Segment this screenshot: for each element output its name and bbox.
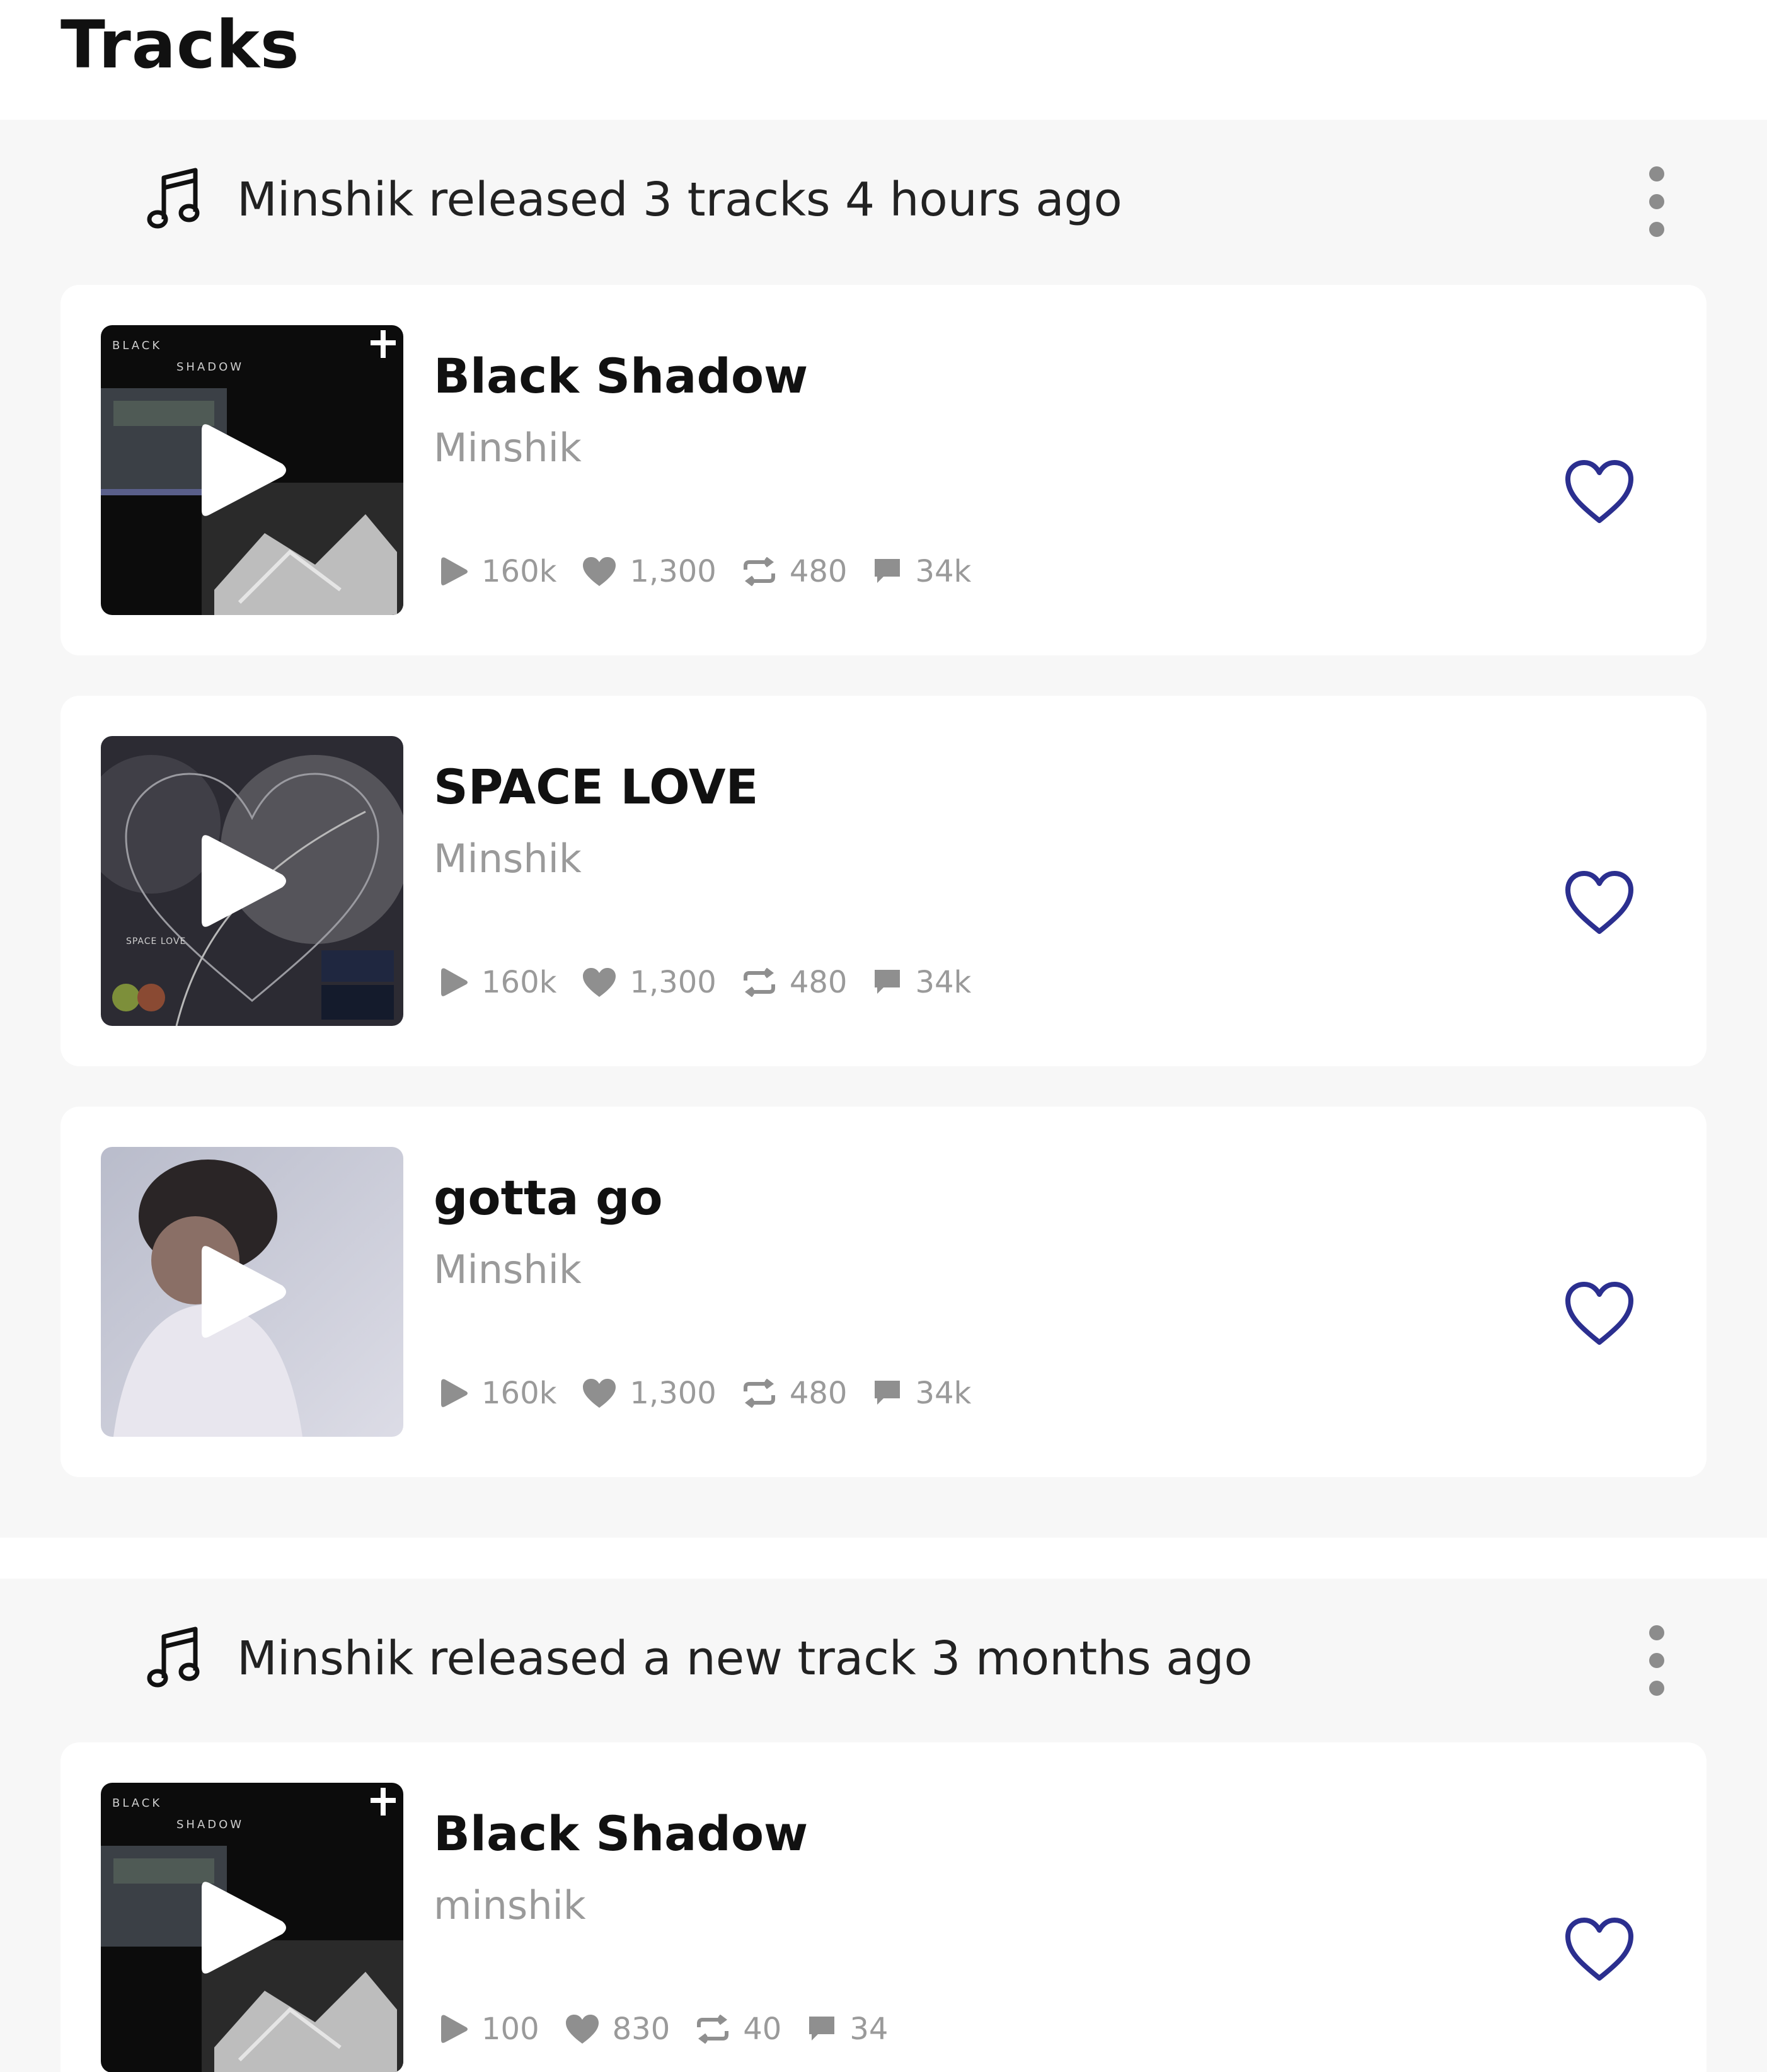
reposts-stat: 480 (742, 554, 848, 589)
comments-count: 34k (915, 554, 972, 589)
likes-count: 830 (612, 2012, 671, 2047)
likes-stat: 830 (565, 2012, 671, 2047)
comment-icon (875, 970, 901, 994)
likes-count: 1,300 (630, 1376, 717, 1411)
reposts-count: 40 (743, 2012, 782, 2047)
comments-count: 34k (915, 1376, 972, 1411)
comments-stat: 34k (872, 965, 971, 1000)
likes-count: 1,300 (630, 554, 717, 589)
repost-icon (743, 557, 775, 586)
more-options-button[interactable] (1635, 164, 1679, 239)
repost-icon (697, 2015, 729, 2044)
track-artist[interactable]: Minshik (434, 425, 582, 471)
track-stats: 160k 1,300 480 34k (440, 1371, 996, 1415)
track-card[interactable]: gotta go Minshik 160k 1,300 480 34k (60, 1107, 1707, 1477)
heart-icon[interactable] (1564, 1281, 1635, 1346)
heart-icon[interactable] (1564, 459, 1635, 524)
play-count-icon (441, 2015, 468, 2043)
heart-filled-icon (583, 1379, 616, 1408)
play-count-icon (441, 1379, 468, 1407)
reposts-stat: 40 (695, 2012, 781, 2047)
heart-icon[interactable] (1564, 1916, 1635, 1982)
likes-count: 1,300 (630, 965, 717, 1000)
track-card[interactable]: SPACE LOVE SPACE LOVE Minshik 160k 1,300… (60, 696, 1707, 1066)
plays-count: 100 (481, 2012, 539, 2047)
track-artist[interactable]: Minshik (434, 1246, 582, 1292)
plays-count: 160k (481, 554, 557, 589)
track-stats: 160k 1,300 480 34k (440, 550, 996, 594)
play-icon[interactable] (195, 1874, 290, 1981)
page-title: Tracks (60, 6, 300, 83)
cover-title-text: BLACK (112, 1797, 163, 1810)
plays-stat: 160k (440, 554, 556, 589)
track-stats: 100 830 40 34 (440, 2007, 913, 2051)
cover-title-text: BLACK (112, 339, 163, 352)
heart-filled-icon (583, 557, 616, 586)
music-note-icon (147, 168, 200, 229)
comments-stat: 34 (807, 2012, 888, 2047)
track-artist[interactable]: Minshik (434, 836, 582, 882)
feed-section: Minshik released a new track 3 months ag… (0, 1579, 1767, 2072)
track-cover[interactable]: SPACE LOVE (101, 736, 403, 1026)
track-artist[interactable]: minshik (434, 1882, 586, 1928)
section-activity-text: Minshik released a new track 3 months ag… (237, 1632, 1253, 1686)
plays-stat: 160k (440, 965, 556, 1000)
heart-icon[interactable] (1564, 870, 1635, 935)
track-cover[interactable]: BLACK SHADOW (101, 325, 403, 615)
cross-mark-icon (371, 1788, 396, 1816)
play-count-icon (441, 557, 468, 585)
comments-count: 34 (849, 2012, 889, 2047)
comments-stat: 34k (872, 1376, 971, 1411)
play-icon[interactable] (195, 827, 290, 935)
section-activity-text: Minshik released 3 tracks 4 hours ago (237, 173, 1122, 227)
cover-title-text: SHADOW (176, 1818, 245, 1831)
comment-icon (875, 559, 901, 583)
reposts-count: 480 (789, 1376, 848, 1411)
heart-filled-icon (583, 968, 616, 997)
track-card[interactable]: BLACK SHADOW Black Shadow Minshik 160k 1… (60, 285, 1707, 655)
section-header: Minshik released a new track 3 months ag… (0, 1579, 1767, 1742)
play-icon[interactable] (195, 1238, 290, 1345)
feed-section: Minshik released 3 tracks 4 hours ago BL… (0, 120, 1767, 1538)
track-title[interactable]: gotta go (434, 1170, 663, 1226)
heart-filled-icon (565, 2015, 599, 2044)
plays-count: 160k (481, 965, 557, 1000)
comment-icon (809, 2017, 835, 2040)
reposts-count: 480 (789, 554, 848, 589)
cover-title-text: SHADOW (176, 360, 245, 374)
section-header: Minshik released 3 tracks 4 hours ago (0, 120, 1767, 284)
page-header: Tracks (0, 0, 1767, 120)
play-icon[interactable] (195, 417, 290, 524)
comments-count: 34k (915, 965, 972, 1000)
likes-stat: 1,300 (582, 554, 717, 589)
reposts-stat: 480 (742, 1376, 848, 1411)
repost-icon (743, 968, 775, 997)
plays-count: 160k (481, 1376, 557, 1411)
reposts-count: 480 (789, 965, 848, 1000)
comments-stat: 34k (872, 554, 971, 589)
track-title[interactable]: Black Shadow (434, 1805, 808, 1862)
track-title[interactable]: Black Shadow (434, 348, 808, 404)
likes-stat: 1,300 (582, 1376, 717, 1411)
comment-icon (875, 1381, 901, 1405)
plays-stat: 160k (440, 1376, 556, 1411)
track-title[interactable]: SPACE LOVE (434, 759, 758, 815)
track-stats: 160k 1,300 480 34k (440, 960, 996, 1004)
track-cover[interactable] (101, 1147, 403, 1437)
reposts-stat: 480 (742, 965, 848, 1000)
likes-stat: 1,300 (582, 965, 717, 1000)
plays-stat: 100 (440, 2012, 539, 2047)
play-count-icon (441, 968, 468, 996)
music-note-icon (147, 1626, 200, 1688)
track-card[interactable]: BLACK SHADOW Black Shadow minshik 100 83… (60, 1742, 1707, 2072)
track-cover[interactable]: BLACK SHADOW (101, 1783, 403, 2072)
cross-mark-icon (371, 330, 396, 358)
more-options-button[interactable] (1635, 1623, 1679, 1698)
cover-title-text: SPACE LOVE (126, 936, 187, 947)
repost-icon (743, 1379, 775, 1408)
